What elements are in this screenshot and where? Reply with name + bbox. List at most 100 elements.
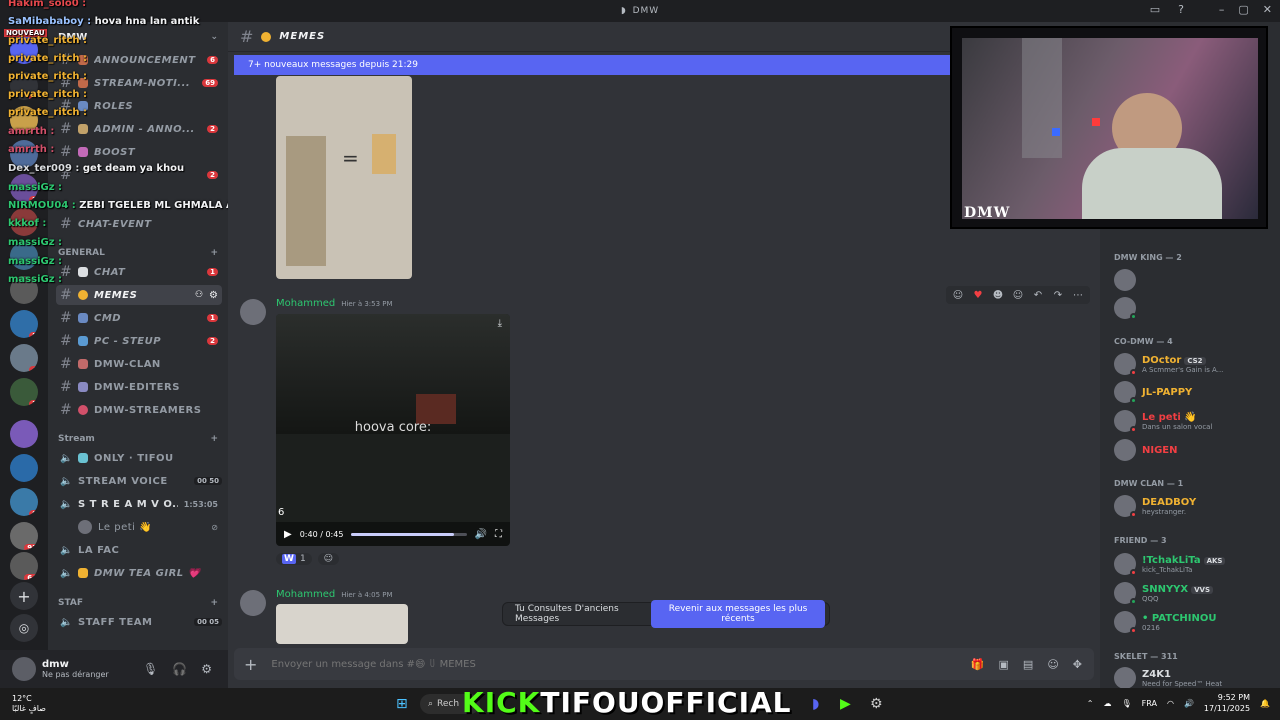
chevron-up-icon[interactable]: ⌃ xyxy=(1087,699,1094,708)
voice-only-tifou[interactable]: 🔈 ONLY · TIFOU xyxy=(56,448,222,468)
avatar[interactable] xyxy=(240,299,266,325)
rofl-emoji-icon[interactable]: ☻ xyxy=(990,288,1006,302)
category-stream[interactable]: Stream + xyxy=(58,434,218,444)
forward-icon[interactable]: ↷ xyxy=(1050,288,1066,302)
avatar[interactable] xyxy=(240,590,266,616)
add-reaction-icon[interactable]: ☺ xyxy=(1010,288,1026,302)
reply-icon[interactable]: ↶ xyxy=(1030,288,1046,302)
member-item[interactable]: DEADBOY heystranger. xyxy=(1114,495,1274,518)
server-icon[interactable]: 2 xyxy=(10,174,38,202)
server-icon[interactable] xyxy=(10,208,38,236)
voice-user-le-peti[interactable]: Le peti 👋 ⊘ xyxy=(74,517,222,537)
fullscreen-icon[interactable]: ⛶ xyxy=(495,529,502,540)
server-icon[interactable] xyxy=(10,140,38,168)
add-reaction-button[interactable]: ☺ xyxy=(317,553,340,565)
member-item[interactable]: !TchakLiTa AKS kick_TchakLiTa xyxy=(1114,553,1274,576)
weather-widget[interactable]: 12°C صافٍ غالبًا xyxy=(12,694,46,714)
discord-taskbar-icon[interactable]: ◗ xyxy=(812,696,819,712)
discover-icon[interactable]: ◎ xyxy=(10,614,38,642)
channel-dmw-clan[interactable]: # DMW-CLAN xyxy=(56,354,222,374)
member-item[interactable] xyxy=(1114,269,1274,291)
channel-chat[interactable]: # CHAT 1 xyxy=(56,262,222,282)
message-input[interactable] xyxy=(271,658,957,670)
server-icon[interactable] xyxy=(10,276,38,304)
notifications-icon[interactable]: 🔔 xyxy=(1260,699,1270,708)
settings-taskbar-icon[interactable]: ⚙ xyxy=(870,696,883,712)
server-icon[interactable]: 5 xyxy=(10,310,38,338)
microphone-icon[interactable]: 🎙 xyxy=(143,662,158,676)
channel-chat-event[interactable]: # CHAT-EVENT xyxy=(56,214,222,234)
server-icon[interactable] xyxy=(10,420,38,448)
member-item[interactable]: Z4K1 Need for Speed™ Heat xyxy=(1114,667,1274,689)
channel-memes[interactable]: # MEMES ⚇ ⚙ xyxy=(56,285,222,305)
headphones-icon[interactable]: 🎧 xyxy=(172,662,187,676)
server-icon[interactable]: 4 xyxy=(10,344,38,372)
video-seek-bar[interactable] xyxy=(351,532,467,536)
server-icon[interactable]: 93 xyxy=(10,522,38,550)
avatar[interactable] xyxy=(12,657,36,681)
language-indicator[interactable]: FRA xyxy=(1142,699,1157,708)
message-image[interactable]: = xyxy=(276,76,412,279)
add-channel-icon[interactable]: + xyxy=(210,248,218,258)
server-icon[interactable] xyxy=(10,454,38,482)
download-icon[interactable]: ⤓ xyxy=(498,318,502,329)
server-icon[interactable] xyxy=(10,36,38,64)
member-item[interactable]: JL-PAPPY xyxy=(1114,381,1274,404)
volume-icon[interactable]: 🔊 xyxy=(1184,699,1194,708)
play-icon[interactable]: ▶ xyxy=(284,529,292,540)
channel-dmw-editers[interactable]: # DMW-EDITERS xyxy=(56,377,222,397)
voice-stream-voice[interactable]: 🔈 STREAM VOICE 00 50 xyxy=(56,471,222,491)
add-channel-icon[interactable]: + xyxy=(210,598,218,608)
channel-admin-announce[interactable]: # ADMIN - ANNO... 2 xyxy=(56,119,222,139)
server-icon[interactable] xyxy=(10,242,38,270)
voice-dmw-tea-girl[interactable]: 🔈 DMW TEA GIRL 💗 xyxy=(56,563,222,583)
member-item[interactable]: DOctor CS2 A Scmmer's Gain is A... xyxy=(1114,353,1274,376)
laughing-emoji-icon[interactable]: ☺ xyxy=(950,288,966,302)
heart-icon[interactable]: ♥ xyxy=(970,288,986,302)
gift-icon[interactable]: 🎁 xyxy=(971,658,985,671)
channel-stream-notif[interactable]: # STREAM-NOTI... 69 xyxy=(56,73,222,93)
help-icon[interactable]: ? xyxy=(1178,3,1184,16)
channel-cmd[interactable]: # CMD 1 xyxy=(56,308,222,328)
emoji-icon[interactable]: ☺ xyxy=(1047,658,1058,671)
clock[interactable]: 9:52 PM 17/11/2025 xyxy=(1204,692,1250,714)
apps-icon[interactable]: ✥ xyxy=(1073,658,1082,671)
inbox-icon[interactable]: ▭ xyxy=(1150,3,1160,16)
reaction-w[interactable]: W 1 xyxy=(276,553,312,565)
video-player[interactable]: ⤓ hoova core: 6 ▶ 0:40 / 0:45 🔊 ⛶ xyxy=(276,314,510,546)
microphone-icon[interactable]: 🎙 xyxy=(1122,699,1132,708)
server-icon[interactable]: 64 xyxy=(10,552,38,580)
wifi-icon[interactable]: ◠ xyxy=(1167,699,1174,708)
app-taskbar-icon[interactable]: ▶ xyxy=(840,696,851,712)
channel-pc-setup[interactable]: # PC - STEUP 2 xyxy=(56,331,222,351)
server-icon[interactable] xyxy=(10,106,38,134)
add-member-icon[interactable]: ⚇ xyxy=(195,290,203,300)
add-attachment-icon[interactable]: + xyxy=(244,655,257,674)
maximize-button[interactable]: ▢ xyxy=(1238,3,1248,16)
windows-start-icon[interactable]: ⊞ xyxy=(396,696,408,712)
minimize-button[interactable]: – xyxy=(1219,3,1225,16)
gear-icon[interactable]: ⚙ xyxy=(209,290,218,301)
new-messages-bar[interactable]: 7+ nouveaux messages depuis 21:29 xyxy=(234,55,951,75)
add-channel-icon[interactable]: + xyxy=(210,434,218,444)
member-item[interactable] xyxy=(1114,297,1274,320)
voice-stream-vo[interactable]: 🔈 S T R E A M V O... 1:53:05 xyxy=(56,494,222,514)
category-general[interactable]: GENERAL + xyxy=(58,248,218,258)
close-button[interactable]: ✕ xyxy=(1263,3,1272,16)
server-icon[interactable]: 3 xyxy=(10,378,38,406)
network-icon[interactable]: ☁ xyxy=(1104,699,1112,708)
volume-icon[interactable]: 🔊 xyxy=(475,529,487,540)
gear-icon[interactable]: ⚙ xyxy=(201,662,212,676)
channel-announcement[interactable]: # ANNOUNCEMENT 6 xyxy=(56,50,222,70)
jump-to-present-button[interactable]: Revenir aux messages les plus récents xyxy=(651,600,825,628)
message-image[interactable] xyxy=(276,604,408,644)
more-icon[interactable]: ⋯ xyxy=(1070,288,1086,302)
server-icon[interactable]: 1 xyxy=(10,72,38,100)
server-name[interactable]: DMW ⌄ xyxy=(58,32,218,43)
channel-dmw-streamers[interactable]: # DMW-STREAMERS xyxy=(56,400,222,420)
member-item[interactable]: • PATCHINOU 0216 xyxy=(1114,611,1274,634)
channel-roles[interactable]: # ROLES xyxy=(56,96,222,116)
channel-boost[interactable]: # BOOST xyxy=(56,142,222,162)
gif-icon[interactable]: ▣ xyxy=(999,658,1009,671)
sticker-icon[interactable]: ▤ xyxy=(1023,658,1033,671)
